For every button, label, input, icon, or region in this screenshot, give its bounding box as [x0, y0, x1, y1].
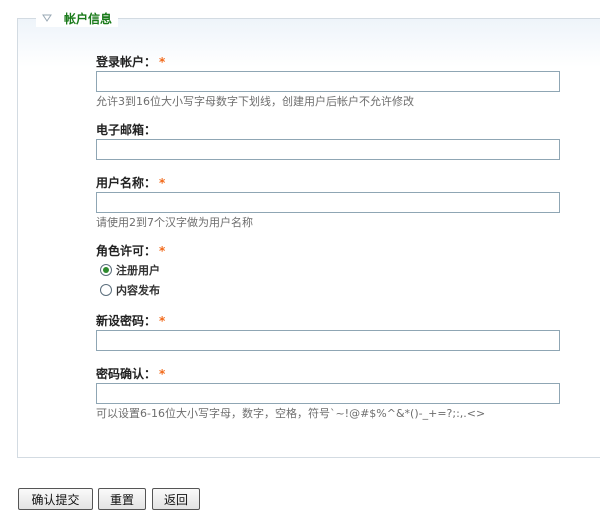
password-rule-description: 可以设置6-16位大小写字母，数字，空格，符号`~!@#$%^&*()-_+=?…: [96, 407, 486, 420]
confirm-password-input[interactable]: [96, 383, 560, 404]
login-description: 允许3到16位大小写字母数字下划线，创建用户后帐户不允许修改: [96, 95, 414, 108]
email-input[interactable]: [96, 139, 560, 160]
new-password-input[interactable]: [96, 330, 560, 351]
username-label: 用户名称： *: [96, 176, 166, 190]
reset-button[interactable]: 重置: [98, 488, 146, 510]
username-input[interactable]: [96, 192, 560, 213]
role-option-publisher[interactable]: 内容发布: [100, 282, 160, 298]
form-item-role: 角色许可： * 注册用户 内容发布: [96, 244, 560, 297]
required-marker: *: [159, 244, 166, 258]
triangle-down-icon[interactable]: [41, 13, 53, 23]
back-button[interactable]: 返回: [152, 488, 200, 510]
new-password-label: 新设密码： *: [96, 314, 166, 328]
radio-unselected-icon[interactable]: [100, 284, 112, 296]
radio-selected-icon[interactable]: [100, 264, 112, 276]
required-marker: *: [159, 314, 166, 328]
role-option-registered[interactable]: 注册用户: [100, 262, 160, 278]
required-marker: *: [159, 176, 166, 190]
email-label: 电子邮箱：: [96, 123, 157, 137]
username-description: 请使用2到7个汉字做为用户名称: [96, 216, 253, 229]
role-label: 角色许可： *: [96, 244, 166, 258]
required-marker: *: [159, 367, 166, 381]
form-item-username: 用户名称： * 请使用2到7个汉字做为用户名称: [96, 176, 560, 229]
fieldset-legend[interactable]: 帐户信息: [36, 9, 119, 27]
required-marker: *: [159, 55, 166, 69]
form-item-email: 电子邮箱：: [96, 123, 560, 160]
submit-button[interactable]: 确认提交: [18, 488, 93, 510]
form-item-login: 登录帐户： * 允许3到16位大小写字母数字下划线，创建用户后帐户不允许修改: [96, 55, 560, 108]
confirm-password-label: 密码确认： *: [96, 367, 166, 381]
form-item-new-password: 新设密码： *: [96, 314, 560, 351]
login-label: 登录帐户： *: [96, 55, 166, 69]
login-input[interactable]: [96, 71, 560, 92]
form-item-confirm-password: 密码确认： * 可以设置6-16位大小写字母，数字，空格，符号`~!@#$%^&*…: [96, 367, 560, 420]
legend-title: 帐户信息: [64, 11, 113, 26]
